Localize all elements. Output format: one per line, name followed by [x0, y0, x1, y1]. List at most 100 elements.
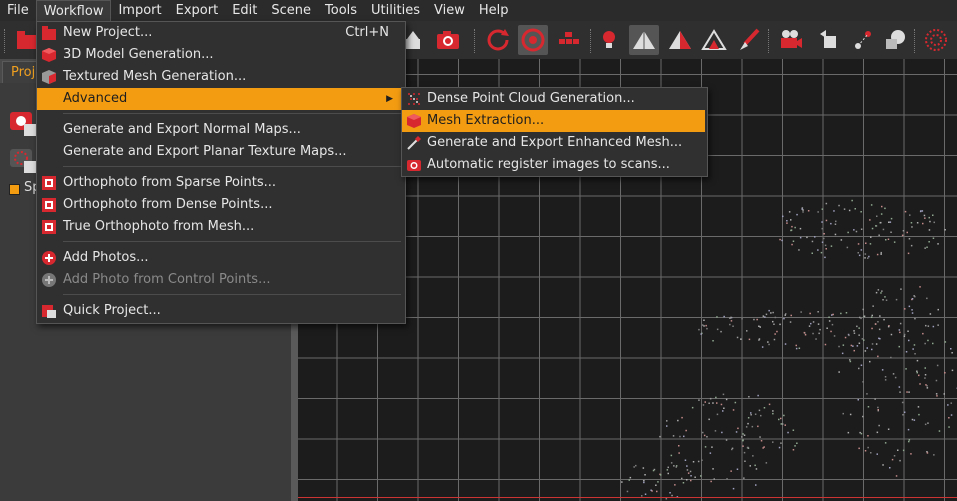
cloud-point	[772, 441, 774, 443]
menu-item-quick-project[interactable]: Quick Project...	[37, 300, 403, 322]
cloud-point	[838, 345, 840, 348]
menu-item-mesh-extraction[interactable]: Mesh Extraction...	[402, 110, 705, 132]
cloud-point	[732, 409, 735, 411]
brush-icon[interactable]	[734, 25, 764, 55]
menu-item-dense-cloud[interactable]: Dense Point Cloud Generation...	[402, 88, 705, 110]
menu-export[interactable]: Export	[169, 0, 226, 21]
camera-stack-icon[interactable]	[8, 108, 38, 138]
points-stack-icon[interactable]	[8, 145, 38, 175]
node-icon[interactable]	[848, 25, 878, 55]
cloud-point	[898, 329, 901, 331]
lightbulb-icon[interactable]	[594, 25, 624, 55]
cloud-point	[791, 225, 793, 228]
cloud-point	[685, 429, 687, 432]
cloud-point	[807, 210, 810, 212]
cloud-point	[863, 339, 865, 341]
cloud-point	[907, 330, 909, 332]
cloud-point	[904, 210, 907, 213]
cloud-point	[838, 204, 840, 207]
cloud-point	[804, 334, 807, 336]
cloud-point	[928, 241, 930, 243]
cloud-point	[755, 484, 757, 486]
quick-project-icon	[42, 305, 56, 318]
cloud-point	[812, 332, 814, 335]
cloud-point	[948, 426, 950, 428]
cloud-point	[889, 221, 892, 223]
cloud-point	[856, 345, 859, 347]
mesh-solid-icon[interactable]	[629, 25, 659, 55]
cloud-point	[784, 343, 787, 345]
menu-view[interactable]: View	[427, 0, 472, 21]
project-tab[interactable]: Proj	[2, 61, 38, 83]
menu-item-ortho-dense[interactable]: Orthophoto from Dense Points...	[37, 194, 403, 216]
cloud-point	[743, 477, 745, 479]
grid-icon[interactable]	[554, 25, 584, 55]
menu-item-enhanced-mesh[interactable]: Generate and Export Enhanced Mesh...	[402, 132, 705, 154]
cloud-point	[743, 451, 746, 454]
menu-item-register-images[interactable]: Automatic register images to scans...	[402, 154, 705, 176]
cloud-point	[867, 406, 870, 408]
cloud-point	[779, 323, 781, 326]
cloud-point	[754, 464, 756, 467]
tools-icon[interactable]	[881, 25, 911, 55]
menu-item-add-photos[interactable]: Add Photos...	[37, 247, 403, 269]
cloud-point	[910, 244, 913, 247]
cloud-point	[925, 384, 927, 386]
cloud-point	[926, 387, 929, 389]
menu-file[interactable]: File	[0, 0, 36, 21]
cloud-point	[783, 414, 785, 417]
cloud-point	[903, 411, 906, 413]
cloud-point	[864, 253, 867, 255]
cloud-point	[900, 288, 902, 290]
mesh-textured-icon[interactable]	[665, 25, 695, 55]
cloud-point	[876, 215, 878, 217]
cloud-point	[905, 351, 908, 353]
refresh-icon[interactable]	[483, 25, 513, 55]
paste-icon[interactable]	[814, 25, 844, 55]
cloud-point	[750, 412, 752, 414]
menu-item-new-project[interactable]: New Project... Ctrl+N	[37, 22, 403, 44]
menu-workflow[interactable]: Workflow	[35, 0, 112, 21]
menu-item-normal-maps[interactable]: Generate and Export Normal Maps...	[37, 119, 403, 141]
menu-item-ortho-sparse[interactable]: Orthophoto from Sparse Points...	[37, 172, 403, 194]
menu-edit[interactable]: Edit	[225, 0, 264, 21]
camera-icon[interactable]	[433, 25, 463, 55]
cloud-point	[757, 394, 759, 397]
menu-utilities[interactable]: Utilities	[364, 0, 427, 21]
cloud-point	[884, 207, 886, 210]
video-camera-icon[interactable]	[775, 25, 805, 55]
cloud-point	[935, 393, 938, 395]
menu-item-true-ortho[interactable]: True Orthophoto from Mesh...	[37, 216, 403, 238]
cloud-point	[742, 445, 744, 447]
cloud-point	[714, 430, 717, 432]
cloud-point	[713, 478, 715, 480]
menu-item-label: Advanced	[63, 91, 128, 106]
cloud-point	[759, 436, 761, 438]
cloud-point	[792, 449, 795, 451]
menu-scene[interactable]: Scene	[264, 0, 318, 21]
target-icon[interactable]	[518, 25, 548, 55]
cloud-point	[665, 498, 668, 500]
cloud-point	[848, 334, 850, 337]
cloud-point	[644, 474, 646, 476]
menu-item-textured-mesh[interactable]: Textured Mesh Generation...	[37, 66, 403, 88]
cloud-point	[794, 445, 796, 447]
cloud-point	[937, 324, 939, 326]
menu-item-planar-texture-maps[interactable]: Generate and Export Planar Texture Maps.…	[37, 141, 403, 163]
sphere-icon[interactable]	[921, 25, 951, 55]
cloud-point	[667, 472, 669, 475]
cloud-point	[914, 353, 916, 355]
menu-import[interactable]: Import	[111, 0, 168, 21]
menu-item-advanced[interactable]: Advanced ▶	[37, 88, 403, 110]
menu-item-label: Orthophoto from Dense Points...	[63, 197, 273, 212]
menu-tools[interactable]: Tools	[318, 0, 364, 21]
cloud-point	[843, 208, 846, 210]
cloud-point	[716, 402, 718, 404]
menu-item-3d-model[interactable]: 3D Model Generation...	[37, 44, 403, 66]
mesh-wire-icon[interactable]	[699, 25, 729, 55]
cloud-point	[887, 428, 890, 430]
cloud-point	[860, 432, 863, 435]
cloud-point	[709, 397, 712, 400]
cloud-point	[678, 452, 680, 454]
menu-help[interactable]: Help	[472, 0, 516, 21]
